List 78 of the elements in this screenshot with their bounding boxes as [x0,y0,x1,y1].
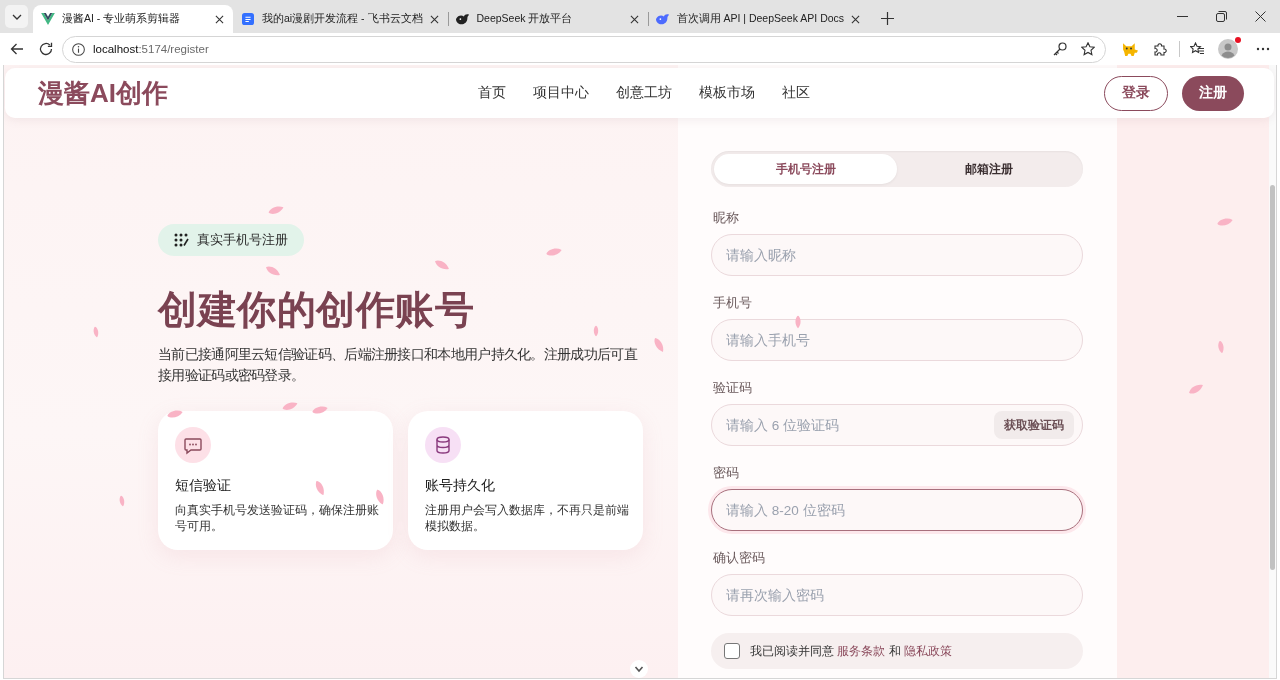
card-text: 注册用户会写入数据库，不再只是前端模拟数据。 [425,502,629,534]
agreement-text: 我已阅读并同意 服务条款 和 隐私政策 [750,642,953,660]
tab-list-button[interactable] [5,5,28,28]
logo-text[interactable]: 漫酱AI创作 [38,75,168,111]
petal-icon [118,495,126,507]
browser-tab[interactable]: DeepSeek 开放平台 [447,5,648,33]
petal-icon [545,246,563,258]
whale-icon [455,13,470,25]
chat-bubble-icon [175,427,211,463]
restore-icon[interactable] [1216,11,1227,22]
badge-text: 真实手机号注册 [197,231,288,249]
nav-link[interactable]: 项目中心 [533,84,589,102]
confirm-password-input[interactable]: 请再次输入密码 [711,574,1083,616]
petal-icon [267,203,285,217]
scrollbar-thumb[interactable] [1270,185,1275,570]
petal-icon [313,479,327,497]
nav-link[interactable]: 社区 [782,84,810,102]
browser-tab[interactable]: 漫酱AI - 专业萌系剪辑器 [33,5,233,33]
get-code-button[interactable]: 获取验证码 [994,411,1074,439]
petal-icon [794,315,802,329]
petal-icon [281,399,299,413]
info-icon[interactable] [72,42,85,56]
petal-icon [92,326,100,338]
star-icon[interactable] [1081,42,1095,56]
checkbox[interactable] [724,643,740,659]
chevron-down-icon [11,13,22,20]
petal-icon [166,408,184,420]
browser-tab[interactable]: 我的ai漫剧开发流程 - 飞书云文档 [233,5,448,33]
url-text[interactable]: localhost:5174/register [93,43,209,55]
register-button[interactable]: 注册 [1182,75,1244,111]
phone-input[interactable]: 请输入手机号 [711,319,1083,361]
field-label: 手机号 [712,294,752,311]
close-icon[interactable] [851,14,861,24]
avatar-icon[interactable] [1218,39,1238,59]
form-tab[interactable]: 邮箱注册 [897,154,1080,184]
card-title: 账号持久化 [425,476,495,494]
card-title: 短信验证 [175,476,231,494]
address-bar[interactable]: localhost:5174/register [62,35,1106,63]
notification-dot-icon [1235,37,1241,43]
reload-icon[interactable] [39,42,53,56]
field-label: 验证码 [712,379,752,396]
petal-icon [1216,340,1226,354]
petal-icon [1216,216,1234,228]
intro-text: 当前已接通阿里云短信验证码、后端注册接口和本地用户持久化。注册成功后可直接用验证码或密码登录。 [158,346,639,385]
petal-icon [373,488,387,506]
key-icon[interactable] [1053,42,1067,56]
password-input[interactable]: 请输入 8-20 位密码 [711,489,1083,531]
favorites-icon[interactable] [1190,42,1204,56]
card-text: 向真实手机号发送验证码，确保注册账号可用。 [175,502,379,534]
nav-link[interactable]: 模板市场 [699,84,755,102]
field-label: 密码 [712,464,739,481]
petal-icon [311,404,329,416]
field-label: 确认密码 [712,549,765,566]
close-icon[interactable] [629,14,639,24]
document-icon [241,13,255,25]
field-label: 昵称 [712,209,739,226]
page-title: 创建你的创作账号 [158,287,474,333]
chevron-down-icon[interactable] [630,660,648,678]
nickname-input[interactable]: 请输入昵称 [711,234,1083,276]
cat-icon[interactable] [1122,41,1139,57]
close-icon[interactable] [215,14,224,24]
puzzle-icon[interactable] [1153,42,1167,56]
browser-tab[interactable]: 首次调用 API | DeepSeek API Docs [647,5,870,33]
database-icon [425,427,461,463]
login-button[interactable]: 登录 [1104,75,1168,111]
petal-icon [593,325,599,337]
back-arrow-icon[interactable] [10,42,24,56]
whale-icon [655,13,670,25]
plus-icon[interactable] [881,12,895,25]
form-tab[interactable]: 手机号注册 [714,154,897,184]
dot-grid-icon [174,233,189,247]
nav-link[interactable]: 首页 [478,84,506,102]
nav-link[interactable]: 创意工坊 [616,84,672,102]
text-link[interactable]: 服务条款 [837,643,886,658]
text-link[interactable]: 隐私政策 [904,643,953,658]
close-icon[interactable] [429,14,439,24]
v-logo-icon [41,13,55,25]
close-icon[interactable] [1255,11,1266,22]
